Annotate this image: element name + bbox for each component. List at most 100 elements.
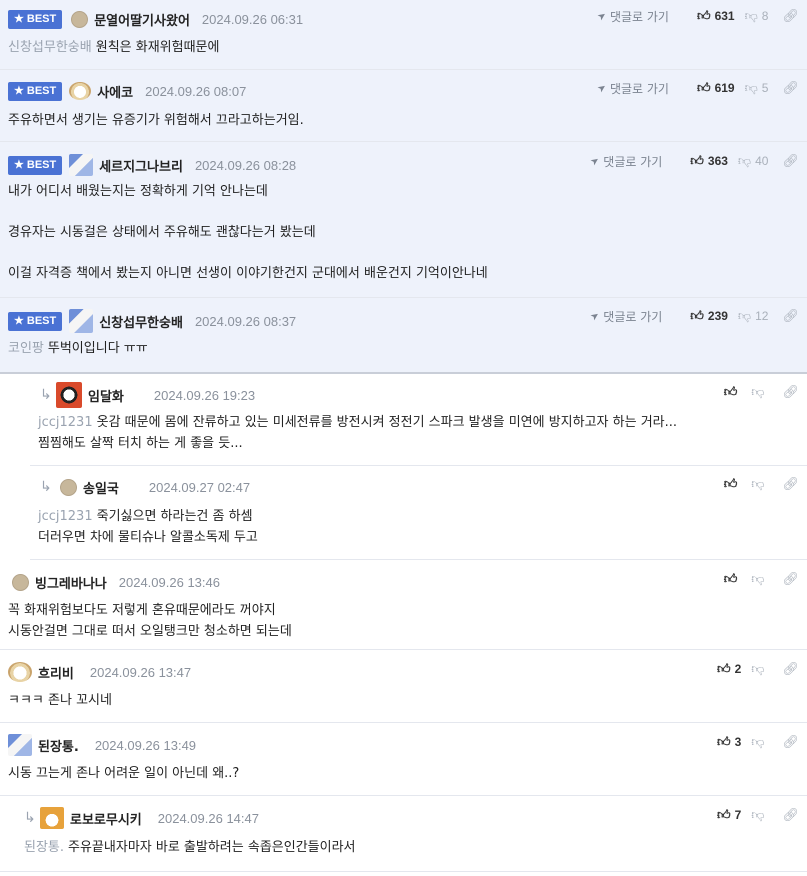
send-icon: ➤ — [595, 81, 609, 95]
like-button[interactable]: 👍︎ 631 — [697, 8, 735, 24]
send-icon: ➤ — [588, 309, 602, 323]
nickname[interactable]: 로보로무시키 — [70, 809, 142, 828]
comment-body: 시동 끄는게 존나 어려운 일이 아닌데 왜..? — [8, 766, 240, 781]
avatar[interactable] — [40, 807, 64, 829]
thumbs-up-icon: 👍︎ — [717, 734, 731, 749]
thumbs-down-icon: 👎︎ — [737, 153, 752, 168]
mention: 된장통. — [24, 840, 65, 855]
comment-body: 된장통. 주유끝내자마자 바로 출발하려는 속좁은인간들이라서 — [24, 840, 356, 855]
comment-item: 빙그레바나나 2024.09.26 13:46 👍︎ 👎︎ 🔗︎ 꼭 화재위험보… — [0, 560, 807, 650]
thumbs-up-icon: 👍︎ — [696, 8, 711, 23]
goto-comment-link[interactable]: ➤ 댓글로 가기 — [588, 308, 662, 325]
comment-body: 신창섭무한숭배 원칙은 화재위험때문에 — [8, 40, 220, 55]
like-button[interactable]: 👍︎ 3 — [717, 734, 741, 750]
comment-body: 꼭 화재위험보다도 저렇게 혼유때문에라도 꺼야지 시동안걸면 그대로 떠서 오… — [8, 603, 292, 639]
thumbs-up-icon: 👍︎ — [696, 80, 711, 95]
comment-reply: ↳ 송일국 2024.09.27 02:47 👍︎ 👎︎ 🔗︎ jccj1231… — [30, 466, 807, 560]
dislike-button[interactable]: 👎︎ — [751, 571, 768, 587]
thumbs-down-icon: 👎︎ — [744, 8, 758, 23]
avatar[interactable] — [8, 734, 32, 756]
like-button[interactable]: 👍︎ 2 — [717, 661, 741, 677]
send-icon: ➤ — [595, 9, 609, 23]
best-badge: ★ BEST — [8, 311, 63, 331]
like-button[interactable]: 👍︎ 619 — [697, 80, 735, 96]
link-icon[interactable]: 🔗︎ — [782, 572, 799, 587]
dislike-button[interactable]: 👎︎ — [751, 734, 768, 750]
nickname[interactable]: 된장통. — [38, 736, 79, 755]
dislike-button[interactable]: 👎︎ 5 — [745, 80, 769, 96]
thumbs-down-icon: 👎︎ — [751, 807, 765, 822]
comment-body: jccj1231 죽기싫으면 하라는건 좀 하셈 더러우면 차에 물티슈나 알콜소… — [38, 509, 258, 545]
avatar[interactable] — [12, 573, 29, 591]
comment-item: ★ BEST 문열어딸기사왔어 2024.09.26 06:31 ➤ 댓글로 가기 … — [0, 0, 807, 70]
goto-comment-link[interactable]: ➤ 댓글로 가기 — [588, 153, 662, 170]
dislike-button[interactable]: 👎︎ — [751, 807, 768, 823]
goto-comment-link[interactable]: ➤ 댓글로 가기 — [595, 80, 669, 97]
timestamp: 2024.09.26 13:49 — [94, 737, 197, 753]
avatar[interactable] — [60, 478, 77, 496]
avatar[interactable] — [56, 382, 82, 408]
mention: jccj1231 — [38, 415, 93, 430]
nickname[interactable]: 문열어딸기사왔어 — [94, 10, 190, 29]
nickname[interactable]: 송일국 — [83, 478, 119, 497]
link-icon[interactable]: 🔗︎ — [782, 808, 799, 823]
like-button[interactable]: 👍︎ 239 — [690, 308, 728, 324]
link-icon[interactable]: 🔗︎ — [782, 309, 799, 324]
link-icon[interactable]: 🔗︎ — [782, 662, 799, 677]
timestamp: 2024.09.26 08:07 — [145, 83, 247, 99]
nickname[interactable]: 세르지그나브리 — [99, 156, 183, 175]
thumbs-down-icon: 👎︎ — [744, 80, 758, 95]
thumbs-down-icon: 👎︎ — [751, 571, 765, 586]
like-button[interactable]: 👍︎ — [724, 571, 742, 587]
link-icon[interactable]: 🔗︎ — [782, 81, 799, 96]
nickname[interactable]: 사에코 — [97, 82, 133, 101]
nickname[interactable]: 흐리비 — [38, 663, 74, 682]
dislike-button[interactable]: 👎︎ 40 — [738, 153, 769, 169]
timestamp: 2024.09.26 19:23 — [153, 387, 256, 403]
nickname[interactable]: 임달화 — [88, 386, 124, 405]
avatar[interactable] — [69, 154, 94, 176]
nickname[interactable]: 빙그레바나나 — [35, 573, 107, 592]
reply-arrow-icon: ↳ — [24, 810, 36, 826]
timestamp: 2024.09.26 08:37 — [194, 313, 297, 329]
dislike-button[interactable]: 👎︎ — [751, 661, 768, 677]
avatar[interactable] — [71, 10, 89, 28]
mention: 코인팡 — [8, 341, 44, 356]
nickname[interactable]: 신창섭무한숭배 — [99, 312, 183, 331]
best-badge: ★ BEST — [8, 155, 63, 175]
goto-comment-link[interactable]: ➤ 댓글로 가기 — [595, 8, 669, 25]
comment-item: ★ BEST 신창섭무한숭배 2024.09.26 08:37 ➤ 댓글로 가기 👍… — [0, 298, 807, 372]
star-icon: ★ — [14, 314, 24, 327]
like-button[interactable]: 👍︎ 7 — [717, 807, 741, 823]
like-button[interactable]: 👍︎ — [724, 384, 742, 400]
link-icon[interactable]: 🔗︎ — [782, 9, 799, 24]
timestamp: 2024.09.26 08:28 — [194, 157, 297, 173]
link-icon[interactable]: 🔗︎ — [782, 154, 799, 169]
link-icon[interactable]: 🔗︎ — [782, 385, 799, 400]
comment-item: ★ BEST 세르지그나브리 2024.09.26 08:28 ➤ 댓글로 가기 👍… — [0, 142, 807, 298]
thumbs-up-icon: 👍︎ — [717, 807, 731, 822]
comment-item: 흐리비 2024.09.26 13:47 👍︎ 2 👎︎ 🔗︎ ㅋㅋㅋ 존나 꼬시… — [0, 650, 807, 723]
like-button[interactable]: 👍︎ 363 — [690, 153, 728, 169]
reply-arrow-icon: ↳ — [40, 387, 52, 403]
thumbs-down-icon: 👎︎ — [751, 661, 765, 676]
avatar[interactable] — [8, 662, 32, 682]
dislike-button[interactable]: 👎︎ — [751, 384, 768, 400]
like-button[interactable]: 👍︎ — [724, 476, 742, 492]
timestamp: 2024.09.26 14:47 — [157, 810, 259, 826]
link-icon[interactable]: 🔗︎ — [782, 735, 799, 750]
dislike-button[interactable]: 👎︎ 12 — [738, 308, 769, 324]
thumbs-up-icon: 👍︎ — [723, 571, 738, 586]
send-icon: ➤ — [588, 154, 602, 168]
timestamp: 2024.09.26 13:46 — [118, 574, 220, 590]
avatar[interactable] — [69, 82, 92, 100]
dislike-button[interactable]: 👎︎ — [751, 476, 768, 492]
thumbs-up-icon: 👍︎ — [690, 308, 704, 323]
comment-item: 된장통. 2024.09.26 13:49 👍︎ 3 👎︎ 🔗︎ 시동 끄는게 존… — [0, 723, 807, 796]
timestamp: 2024.09.27 02:47 — [148, 479, 251, 495]
link-icon[interactable]: 🔗︎ — [782, 477, 799, 492]
dislike-button[interactable]: 👎︎ 8 — [745, 8, 769, 24]
comment-body: ㅋㅋㅋ 존나 꼬시네 — [8, 693, 112, 708]
avatar[interactable] — [69, 309, 94, 333]
thumbs-down-icon: 👎︎ — [751, 384, 765, 399]
